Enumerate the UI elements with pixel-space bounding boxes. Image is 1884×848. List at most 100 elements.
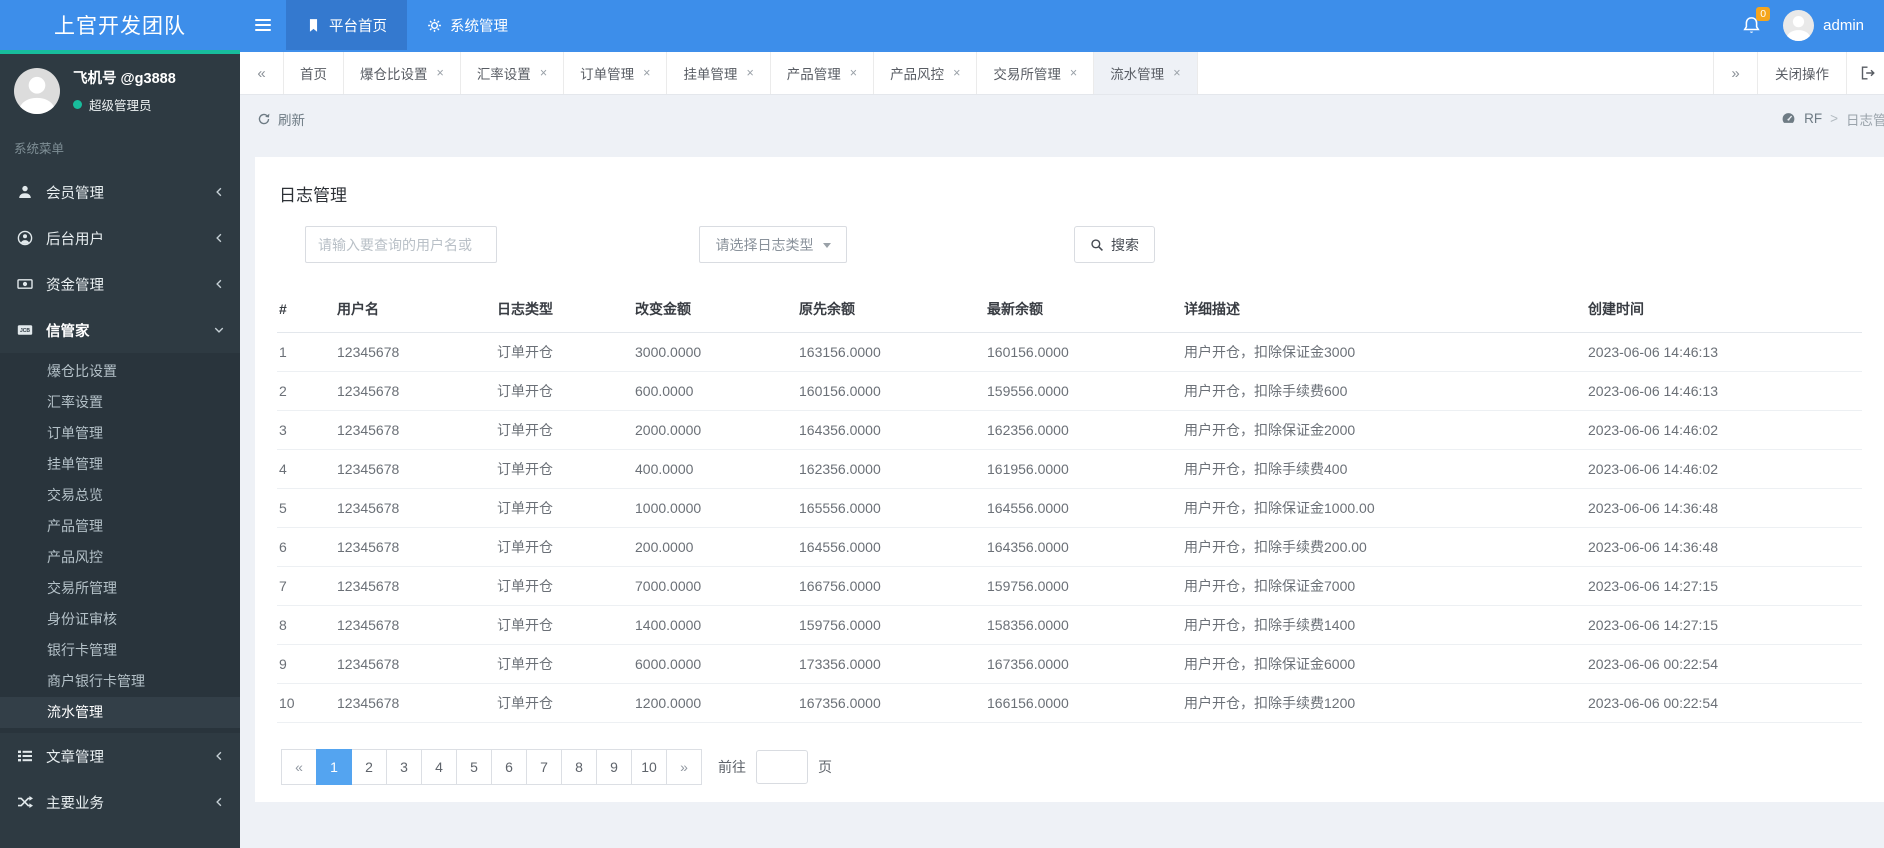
page-button-6[interactable]: 6 [491,748,527,785]
tab-order-management[interactable]: 订单管理 × [564,52,668,94]
table-cell: 166756.0000 [797,566,985,606]
sidebar-subitem[interactable]: 挂单管理 [0,449,240,480]
goto-page-input[interactable] [756,749,808,784]
tab-close-icon[interactable]: × [850,66,857,80]
person-icon [18,76,56,114]
table-cell: 订单开仓 [495,449,633,489]
tab-label: 交易所管理 [993,67,1061,82]
sidebar-menu: 会员管理 后台用户 资金管理 JCB 信管家 爆仓比设置 汇率设置 订单管理 挂单管理 交易总览产… [0,169,240,825]
sidebar-item-funds-management[interactable]: 资金管理 [0,261,240,307]
online-status-dot [73,100,82,109]
table-cell: 600.0000 [633,371,797,411]
exit-fullscreen-button[interactable] [1846,52,1884,94]
column-header: 原先余额 [797,287,985,333]
sidebar-subitem[interactable]: 身份证审核 [0,604,240,635]
table-cell: 订单开仓 [495,488,633,528]
sidebar-item-member-management[interactable]: 会员管理 [0,169,240,215]
sidebar-subitem[interactable]: 银行卡管理 [0,635,240,666]
log-type-select[interactable]: 请选择日志类型 [699,226,847,263]
business-icon [15,794,35,810]
table-row: 8 12345678 订单开仓 1400.0000 159756.0000 158356.… [277,605,1862,645]
tab-label: 挂单管理 [683,67,738,82]
table-row: 10 12345678 订单开仓 1200.0000 167356.0000 166156… [277,683,1862,723]
sidebar-subitem[interactable]: 产品管理 [0,511,240,542]
sidebar-subitem[interactable]: 商户银行卡管理 [0,666,240,697]
table-cell: 订单开仓 [495,371,633,411]
tab-product-management[interactable]: 产品管理 × [771,52,875,94]
page-button-7[interactable]: 7 [526,748,562,785]
table-cell: 9 [277,644,335,684]
page-button-5[interactable]: 5 [456,748,492,785]
page-title: 日志管理 [279,186,347,205]
sidebar-subitem[interactable]: 交易总览 [0,480,240,511]
page-button-2[interactable]: 2 [351,748,387,785]
filter-toolbar: 请选择日志类型 搜索 [305,226,1862,263]
table-cell: 12345678 [335,488,495,528]
sidebar-subitem[interactable]: 交易所管理 [0,573,240,604]
tabs-list: 首页 爆仓比设置 × 汇率设置 × 订单管理 × 挂单管理 × 产品管理 × 产品风控 × 交易所管理 × 流… [284,52,1198,94]
tab-close-icon[interactable]: × [540,66,547,80]
sidebar-subitem[interactable]: 爆仓比设置 [0,356,240,387]
sidebar-subitem[interactable]: 订单管理 [0,418,240,449]
refresh-button[interactable]: 刷新 [257,109,305,129]
tab-close-icon[interactable]: × [1070,66,1077,80]
sidebar-item-label: 会员管理 [46,185,104,202]
chevron-left-icon [213,232,225,244]
tab-close-icon[interactable]: × [437,66,444,80]
breadcrumb-current: 日志管理 [1846,112,1884,128]
tab-close-icon[interactable]: × [1173,66,1180,80]
nav-label: 系统管理 [450,18,508,35]
table-row: 2 12345678 订单开仓 600.0000 160156.0000 159556.0… [277,371,1862,411]
tab-home[interactable]: 首页 [284,52,344,94]
top-navbar: 上官开发团队 平台首页 系统管理 0 admin [0,0,1884,50]
person-icon [1786,15,1812,41]
tab-close-icon[interactable]: × [746,66,753,80]
page-button-1[interactable]: 1 [316,748,352,785]
brand-logo[interactable]: 上官开发团队 [0,0,240,50]
tab-exchange-rate-settings[interactable]: 汇率设置 × [461,52,565,94]
username-search-input[interactable] [305,226,497,263]
sidebar-subitem[interactable]: 流水管理 [0,697,240,728]
next-page-button[interactable]: » [666,748,702,785]
tab-close-icon[interactable]: × [643,66,650,80]
table-cell: 12345678 [335,605,495,645]
tab-exchange-management[interactable]: 交易所管理 × [977,52,1095,94]
sidebar-item-xinguanjia[interactable]: JCB 信管家 [0,307,240,353]
page-button-8[interactable]: 8 [561,748,597,785]
sidebar-section-label: 系统菜单 [14,142,65,156]
sidebar-toggle-button[interactable] [240,0,286,50]
tab-product-risk-control[interactable]: 产品风控 × [874,52,978,94]
table-cell: 2023-06-06 00:22:54 [1586,683,1862,723]
page-button-10[interactable]: 10 [631,748,667,785]
sidebar-item-article-management[interactable]: 文章管理 [0,733,240,779]
tab-pending-order-management[interactable]: 挂单管理 × [667,52,771,94]
tabs-scroll-right-button[interactable]: » [1713,52,1757,94]
sidebar-item-backend-users[interactable]: 后台用户 [0,215,240,261]
page-button-4[interactable]: 4 [421,748,457,785]
user-menu[interactable]: admin [1773,0,1884,50]
page-button-3[interactable]: 3 [386,748,422,785]
table-cell: 12345678 [335,332,495,372]
page-button-9[interactable]: 9 [596,748,632,785]
table-cell: 订单开仓 [495,644,633,684]
tabs-scroll-left-button[interactable]: « [240,52,284,94]
sidebar-item-label: 资金管理 [46,277,104,294]
table-cell: 162356.0000 [985,410,1182,450]
tab-close-icon[interactable]: × [953,66,960,80]
sidebar-item-main-business[interactable]: 主要业务 [0,779,240,825]
nav-platform-home[interactable]: 平台首页 [286,0,407,50]
table-cell: 6000.0000 [633,644,797,684]
sidebar-subitem[interactable]: 产品风控 [0,542,240,573]
prev-page-button[interactable]: « [281,748,317,785]
search-button[interactable]: 搜索 [1074,226,1155,263]
nav-system-management[interactable]: 系统管理 [407,0,528,50]
sidebar-subitem[interactable]: 汇率设置 [0,387,240,418]
table-cell: 订单开仓 [495,605,633,645]
breadcrumb-home[interactable]: RF [1804,111,1822,126]
table-cell: 1200.0000 [633,683,797,723]
tab-burst-ratio-settings[interactable]: 爆仓比设置 × [344,52,461,94]
close-operations-button[interactable]: 关闭操作 [1757,52,1846,94]
notifications-button[interactable]: 0 [1729,0,1773,50]
tab-label: 首页 [300,67,327,82]
tab-flow-management[interactable]: 流水管理 × [1094,52,1198,94]
